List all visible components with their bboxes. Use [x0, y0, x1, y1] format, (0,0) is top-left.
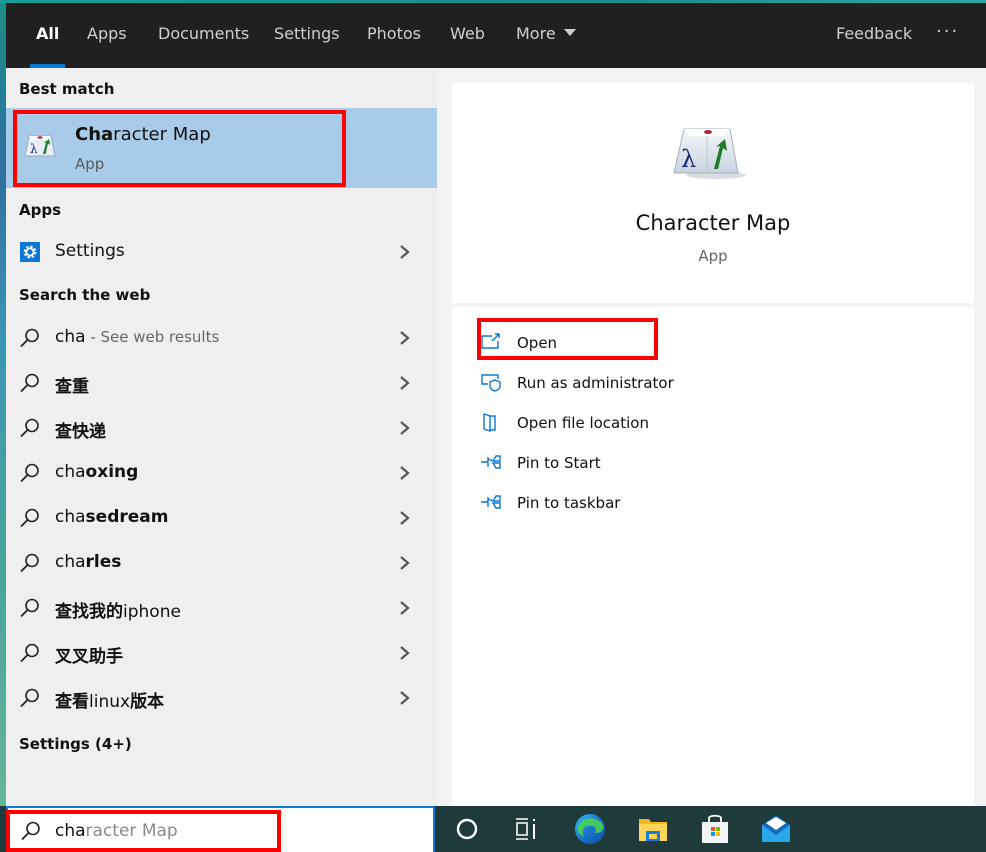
feedback-button[interactable]: Feedback — [836, 3, 912, 65]
web-result[interactable]: 查快递 — [6, 407, 437, 449]
web-result[interactable]: 查重 — [6, 362, 437, 404]
web-result[interactable]: 叉叉助手 — [6, 632, 437, 674]
tab-settings[interactable]: Settings — [274, 3, 340, 68]
action-run-as-admin[interactable]: Run as administrator — [480, 368, 780, 402]
app-actions-list: Open Run as administrator Open file loca… — [452, 307, 974, 806]
caret-down-icon — [563, 29, 576, 36]
app-detail-type: App — [698, 247, 728, 265]
action-label: Pin to taskbar — [517, 494, 621, 512]
file-location-icon — [483, 413, 496, 432]
action-label: Open — [517, 334, 558, 352]
file-explorer-icon[interactable] — [635, 811, 671, 847]
app-result-label: Settings — [55, 241, 125, 261]
search-icon — [20, 328, 39, 348]
web-result-label: chaoxing — [55, 462, 139, 482]
search-icon — [20, 598, 39, 618]
annotation-highlight-box — [13, 110, 346, 187]
search-icon — [21, 821, 40, 841]
tab-photos[interactable]: Photos — [367, 3, 421, 68]
search-scope-bar: All Apps Documents Settings Photos Web M… — [6, 3, 986, 68]
task-view-icon[interactable] — [508, 811, 544, 847]
action-label: Pin to Start — [517, 454, 601, 472]
tab-all[interactable]: All — [29, 3, 66, 68]
search-icon — [20, 418, 39, 438]
web-result-label: 查重 — [55, 377, 89, 397]
tab-web[interactable]: Web — [450, 3, 485, 68]
web-result[interactable]: charles — [6, 542, 437, 584]
web-result[interactable]: cha - See web results — [6, 317, 437, 359]
chevron-right-icon[interactable] — [398, 420, 412, 436]
search-icon — [20, 373, 39, 393]
edge-icon[interactable] — [572, 811, 608, 847]
search-icon — [20, 553, 39, 573]
results-panel: Best match λ Character Map App Apps Sett… — [6, 68, 437, 806]
tab-documents[interactable]: Documents — [158, 3, 249, 68]
web-result[interactable]: chasedream — [6, 497, 437, 539]
action-pin-to-start[interactable]: Pin to Start — [480, 448, 780, 482]
tab-more-label: More — [516, 24, 556, 43]
web-result[interactable]: 查看linux版本 — [6, 677, 437, 719]
search-icon — [20, 688, 39, 708]
chevron-right-icon[interactable] — [398, 690, 412, 706]
search-input-text: character Map — [55, 821, 178, 841]
search-input[interactable]: character Map — [6, 806, 435, 852]
svg-text:λ: λ — [681, 145, 696, 173]
web-result[interactable]: 查找我的iphone — [6, 587, 437, 629]
web-result-label: charles — [55, 552, 122, 572]
tab-apps[interactable]: Apps — [87, 3, 127, 68]
cortana-icon[interactable] — [449, 811, 485, 847]
search-icon — [20, 508, 39, 528]
web-result-label: 叉叉助手 — [55, 647, 123, 667]
action-label: Run as administrator — [517, 374, 674, 392]
web-result[interactable]: chaoxing — [6, 452, 437, 494]
search-icon — [20, 643, 39, 663]
web-result-label: 查快递 — [55, 422, 106, 442]
chevron-right-icon[interactable] — [398, 330, 412, 346]
action-open[interactable]: Open — [480, 328, 780, 362]
store-icon[interactable] — [697, 811, 733, 847]
character-map-icon: λ — [673, 128, 746, 179]
action-label: Open file location — [517, 414, 649, 432]
web-result-label: cha - See web results — [55, 327, 220, 347]
chevron-right-icon[interactable] — [398, 465, 412, 481]
more-options-button[interactable]: ··· — [936, 3, 959, 61]
app-result-settings[interactable]: Settings — [6, 231, 437, 273]
section-apps: Apps — [19, 201, 62, 219]
web-result-label: chasedream — [55, 507, 169, 527]
section-best-match: Best match — [19, 80, 115, 98]
web-result-label: 查看linux版本 — [55, 692, 165, 712]
chevron-right-icon[interactable] — [398, 375, 412, 391]
mail-icon[interactable] — [758, 811, 794, 847]
chevron-right-icon[interactable] — [398, 600, 412, 616]
search-icon — [20, 463, 39, 483]
pin-icon — [481, 495, 501, 509]
open-icon — [481, 333, 500, 349]
action-open-file-location[interactable]: Open file location — [480, 408, 780, 442]
section-search-web: Search the web — [19, 286, 151, 304]
chevron-right-icon[interactable] — [398, 555, 412, 571]
chevron-right-icon[interactable] — [398, 244, 412, 260]
app-detail-title: Character Map — [635, 211, 791, 235]
app-detail-card: λ Character Map App — [452, 83, 974, 303]
web-result-label: 查找我的iphone — [55, 602, 181, 622]
chevron-right-icon[interactable] — [398, 510, 412, 526]
best-match-result[interactable]: λ Character Map App — [6, 108, 437, 188]
action-pin-to-taskbar[interactable]: Pin to taskbar — [480, 488, 780, 522]
tab-more[interactable]: More — [516, 3, 576, 68]
pin-icon — [481, 455, 501, 469]
section-settings-more[interactable]: Settings (4+) — [19, 735, 132, 753]
chevron-right-icon[interactable] — [398, 645, 412, 661]
shield-icon — [481, 374, 501, 392]
settings-gear-icon — [20, 242, 40, 262]
